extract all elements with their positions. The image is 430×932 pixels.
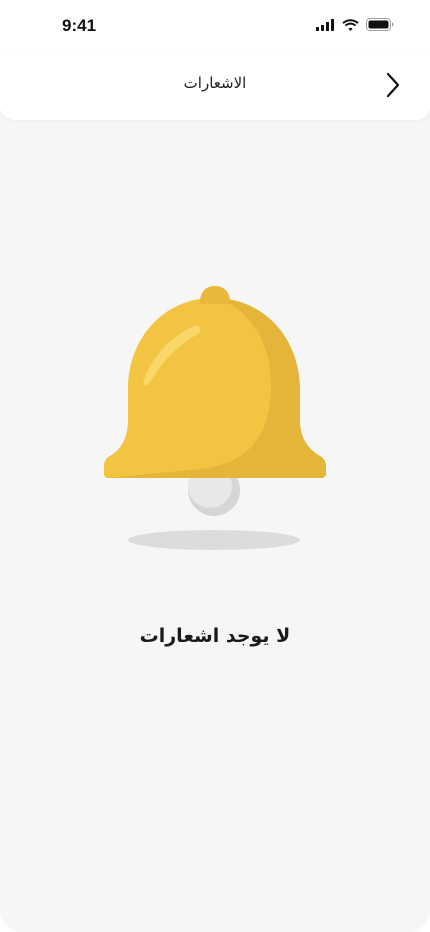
battery-icon	[366, 18, 394, 31]
chevron-right-icon	[386, 72, 400, 98]
page-title: الاشعارات	[183, 74, 247, 92]
back-button[interactable]	[382, 70, 404, 100]
bell-top-knob	[200, 286, 230, 304]
app-header: الاشعارات	[0, 54, 430, 120]
bell-icon	[104, 286, 326, 550]
status-icons	[316, 18, 394, 31]
empty-state-message: لا يوجد اشعارات	[139, 625, 291, 647]
bell-body	[104, 298, 271, 478]
status-bar: 9:41	[0, 0, 430, 54]
cellular-signal-icon	[316, 18, 334, 31]
bell-shadow	[128, 530, 300, 550]
wifi-icon	[342, 18, 359, 31]
content-area: لا يوجد اشعارات	[0, 110, 430, 932]
status-time: 9:41	[62, 16, 97, 35]
